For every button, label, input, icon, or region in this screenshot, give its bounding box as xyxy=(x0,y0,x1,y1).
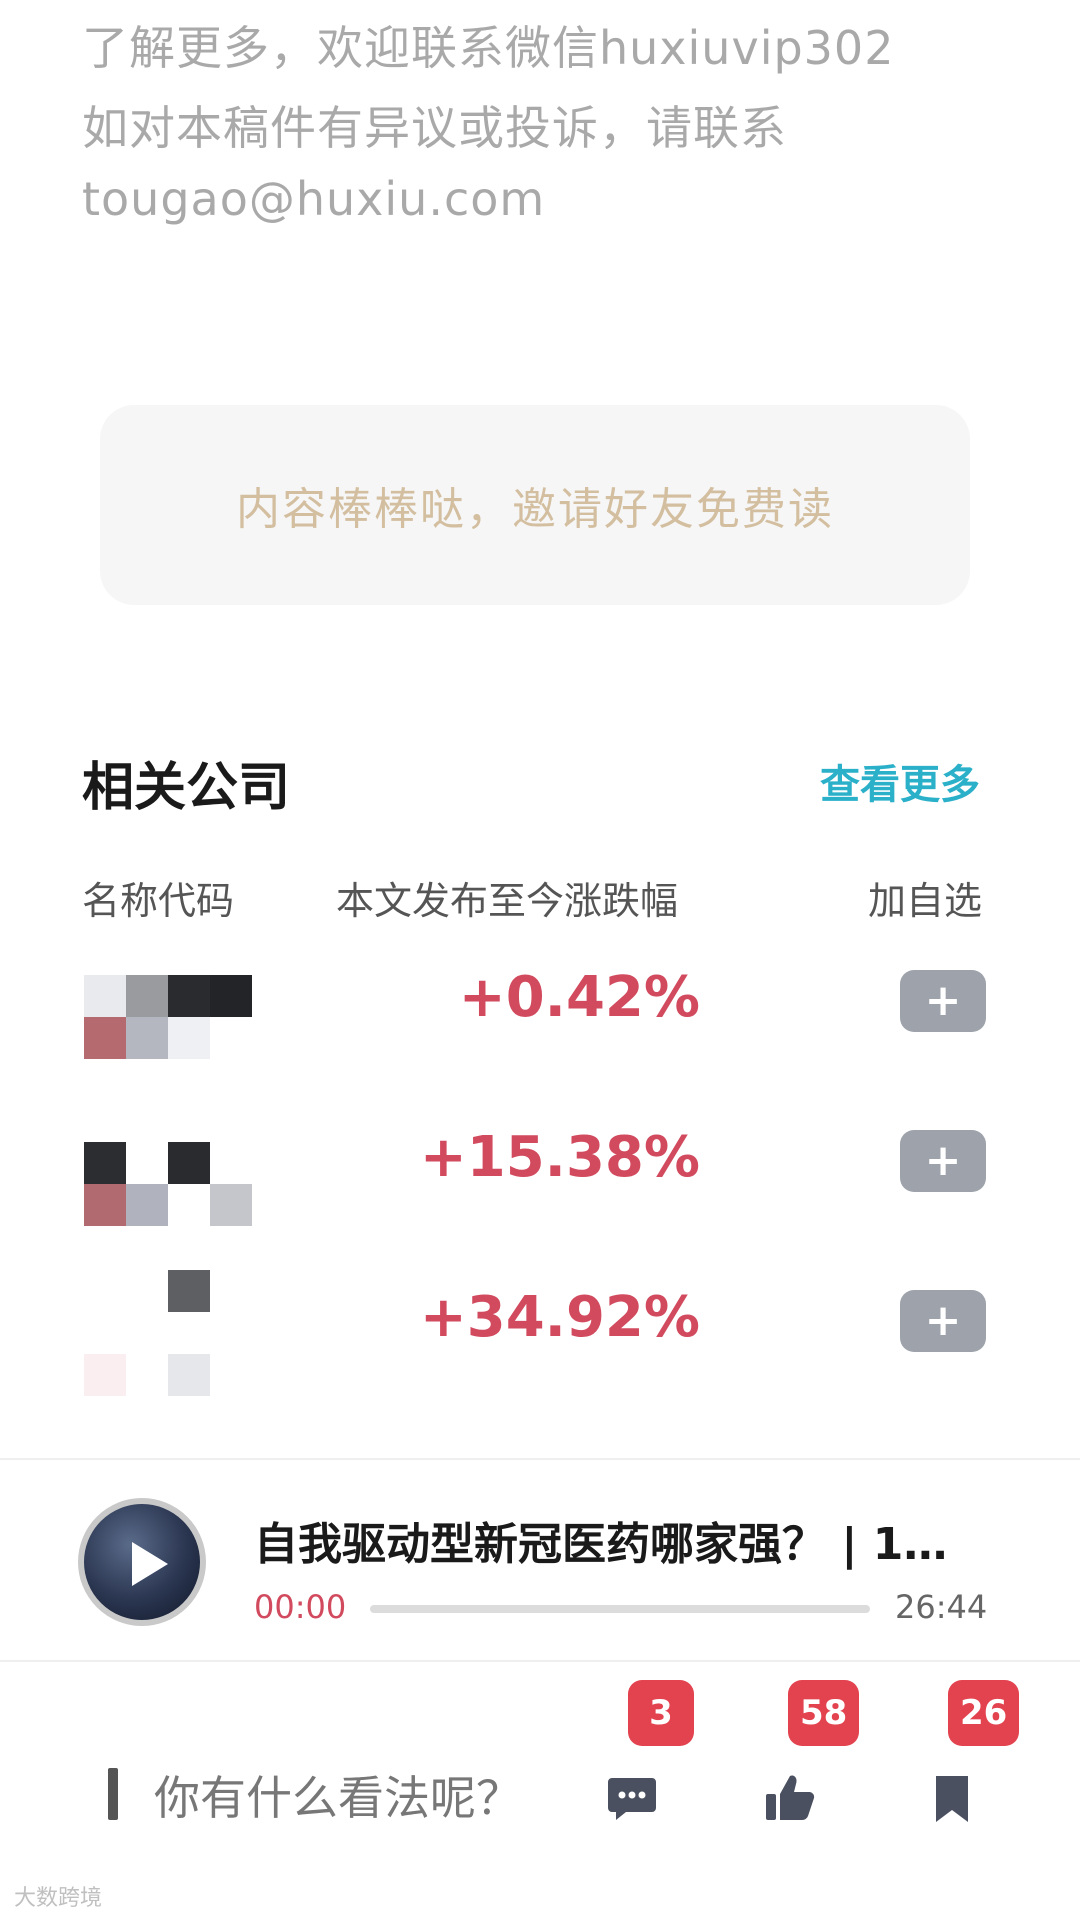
bookmark-icon[interactable] xyxy=(924,1770,980,1826)
price-change-value: +34.92% xyxy=(419,1285,700,1350)
company-name-redacted[interactable] xyxy=(84,1270,254,1396)
plus-icon: + xyxy=(924,1295,962,1346)
watermark-text: 大数跨境 xyxy=(14,1886,103,1911)
play-icon xyxy=(132,1542,168,1586)
comment-icon[interactable] xyxy=(604,1770,660,1826)
add-watchlist-button[interactable]: + xyxy=(900,1290,986,1352)
company-name-redacted[interactable] xyxy=(84,975,254,1061)
likes-count-badge: 58 xyxy=(788,1680,860,1746)
company-name-redacted[interactable] xyxy=(84,1142,254,1228)
complaint-email[interactable]: tougao@huxiu.com xyxy=(82,172,545,226)
price-change-value: +15.38% xyxy=(419,1125,700,1190)
add-watchlist-button[interactable]: + xyxy=(900,970,986,1032)
invite-friends-card[interactable]: 内容棒棒哒，邀请好友免费读 xyxy=(100,405,970,605)
add-watchlist-button[interactable]: + xyxy=(900,1130,986,1192)
related-companies-title: 相关公司 xyxy=(82,758,291,818)
plus-icon: + xyxy=(924,1135,962,1186)
column-header-name: 名称代码 xyxy=(82,879,235,923)
audio-total-time: 26:44 xyxy=(895,1588,988,1626)
complaint-text: 如对本稿件有异议或投诉，请联系 xyxy=(82,101,787,155)
audio-player: 自我驱动型新冠医药哪家强？ | 1… 00:00 26:44 xyxy=(0,1458,1080,1662)
plus-icon: + xyxy=(924,975,962,1026)
invite-friends-label: 内容棒棒哒，邀请好友免费读 xyxy=(236,484,834,535)
thumbs-up-icon[interactable] xyxy=(762,1770,818,1826)
price-change-value: +0.42% xyxy=(458,965,700,1030)
audio-title[interactable]: 自我驱动型新冠医药哪家强？ | 1… xyxy=(254,1508,947,1572)
comments-count-badge: 3 xyxy=(628,1680,694,1746)
audio-cover-play-button[interactable] xyxy=(78,1498,206,1626)
audio-current-time: 00:00 xyxy=(254,1588,347,1626)
bookmarks-count-badge: 26 xyxy=(948,1680,1020,1746)
column-header-change: 本文发布至今涨跌幅 xyxy=(336,879,679,923)
contact-wechat-text: 了解更多，欢迎联系微信huxiuvip302 xyxy=(82,21,895,75)
audio-progress-bar[interactable] xyxy=(370,1605,870,1613)
comment-input-marker xyxy=(108,1768,118,1820)
view-more-link[interactable]: 查看更多 xyxy=(820,752,980,810)
column-header-add: 加自选 xyxy=(867,879,982,923)
comment-input[interactable]: 你有什么看法呢？ xyxy=(154,1762,522,1828)
